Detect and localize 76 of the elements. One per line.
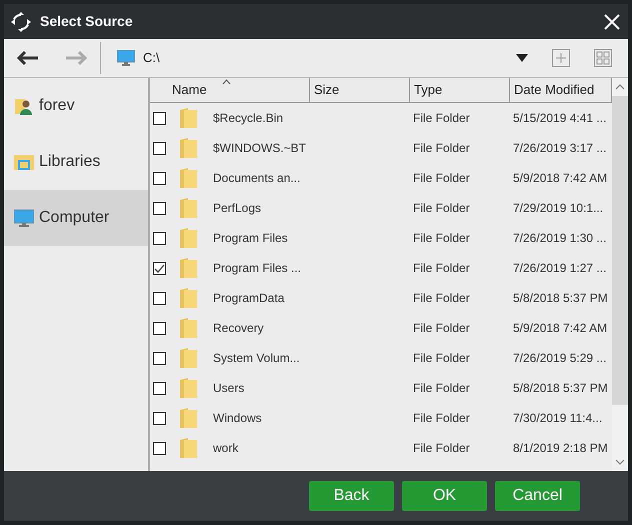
checkbox[interactable]	[153, 352, 166, 364]
table-cell-text: File Folder	[413, 260, 471, 277]
folder-icon	[180, 138, 197, 158]
table-cell-text: 5/8/2018 5:37 PM	[513, 290, 609, 307]
table-cell-text: ProgramData	[213, 290, 286, 307]
table-cell-text: System Volum...	[213, 350, 301, 367]
close-icon[interactable]	[604, 14, 620, 30]
monitor-icon	[117, 50, 135, 66]
checkbox[interactable]	[153, 142, 166, 154]
folder-icon	[180, 108, 197, 128]
table-cell-text: File Folder	[413, 410, 471, 427]
folder-icon	[180, 408, 197, 428]
table-cell-text: PerfLogs	[213, 200, 262, 217]
folder-icon	[180, 288, 197, 308]
table-cell-text: 7/29/2019 10:1...	[513, 200, 604, 217]
table-cell-text: 5/9/2018 7:42 AM	[513, 320, 608, 337]
table-cell-text: Program Files ...	[213, 260, 302, 277]
sidebar-item[interactable]: Libraries	[4, 134, 148, 190]
table-cell-text: Documents an...	[213, 170, 302, 187]
dropdown-arrow-icon[interactable]	[516, 54, 528, 62]
table-cell-text: work	[213, 440, 240, 457]
table-cell-text: 7/30/2019 11:4...	[513, 410, 604, 427]
checkbox[interactable]	[153, 292, 166, 304]
checkbox[interactable]	[153, 202, 166, 214]
table-cell-text: 5/8/2018 5:37 PM	[513, 380, 609, 397]
checkbox[interactable]	[153, 112, 166, 124]
checkbox[interactable]	[153, 262, 166, 274]
table-cell-text: File Folder	[413, 200, 471, 217]
libraries-icon	[14, 152, 34, 172]
folder-icon	[180, 228, 197, 248]
path-text: C:\	[143, 49, 160, 68]
back-arrow-icon[interactable]	[16, 50, 40, 66]
checkbox[interactable]	[153, 172, 166, 184]
table-cell-text: File Folder	[413, 350, 471, 367]
folder-icon	[180, 438, 197, 458]
table-cell-text: 7/26/2019 3:17 ...	[513, 140, 608, 157]
window-title: Select Source	[40, 12, 133, 31]
table-cell-text: 8/1/2019 2:18 PM	[513, 440, 609, 457]
checkbox[interactable]	[153, 442, 166, 454]
table-cell-text: File Folder	[413, 380, 471, 397]
table-cell-text: File Folder	[413, 110, 471, 127]
table-cell-text: 7/26/2019 5:29 ...	[513, 350, 608, 367]
table-cell-text: 7/26/2019 1:30 ...	[513, 230, 608, 247]
table-cell-text: File Folder	[413, 320, 471, 337]
checkbox[interactable]	[153, 322, 166, 334]
table-cell-text: $Recycle.Bin	[213, 110, 284, 127]
dialog-button[interactable]: OK	[402, 481, 487, 511]
user-folder-icon	[14, 96, 34, 116]
folder-icon	[180, 168, 197, 188]
table-cell-text: Recovery	[213, 320, 265, 337]
sidebar-item[interactable]: forev	[4, 78, 148, 134]
app-logo-icon	[10, 10, 32, 32]
table-cell-text: 5/15/2019 4:41 ...	[513, 110, 608, 127]
checkbox[interactable]	[153, 232, 166, 244]
folder-icon	[180, 258, 197, 278]
folder-icon	[180, 318, 197, 338]
table-cell-text: Windows	[213, 410, 263, 427]
table-cell-text: File Folder	[413, 290, 471, 307]
monitor-icon	[14, 208, 34, 228]
table-cell-text: File Folder	[413, 170, 471, 187]
table-cell-text: 7/26/2019 1:27 ...	[513, 260, 608, 277]
folder-icon	[180, 348, 197, 368]
table-cell-text: 5/9/2018 7:42 AM	[513, 170, 608, 187]
folder-icon	[180, 378, 197, 398]
checkbox[interactable]	[153, 412, 166, 424]
dialog-button[interactable]: Cancel	[495, 481, 580, 511]
folder-icon	[180, 198, 197, 218]
table-cell-text: Users	[213, 380, 246, 397]
table-cell-text: File Folder	[413, 230, 471, 247]
dialog-button[interactable]: Back	[309, 481, 394, 511]
sidebar-item[interactable]: Computer	[4, 190, 148, 246]
table-cell-text: File Folder	[413, 140, 471, 157]
table-cell-text: File Folder	[413, 440, 471, 457]
table-cell-text: $WINDOWS.~BT	[213, 140, 308, 157]
table-cell-text: Program Files	[213, 230, 289, 247]
checkbox[interactable]	[153, 382, 166, 394]
